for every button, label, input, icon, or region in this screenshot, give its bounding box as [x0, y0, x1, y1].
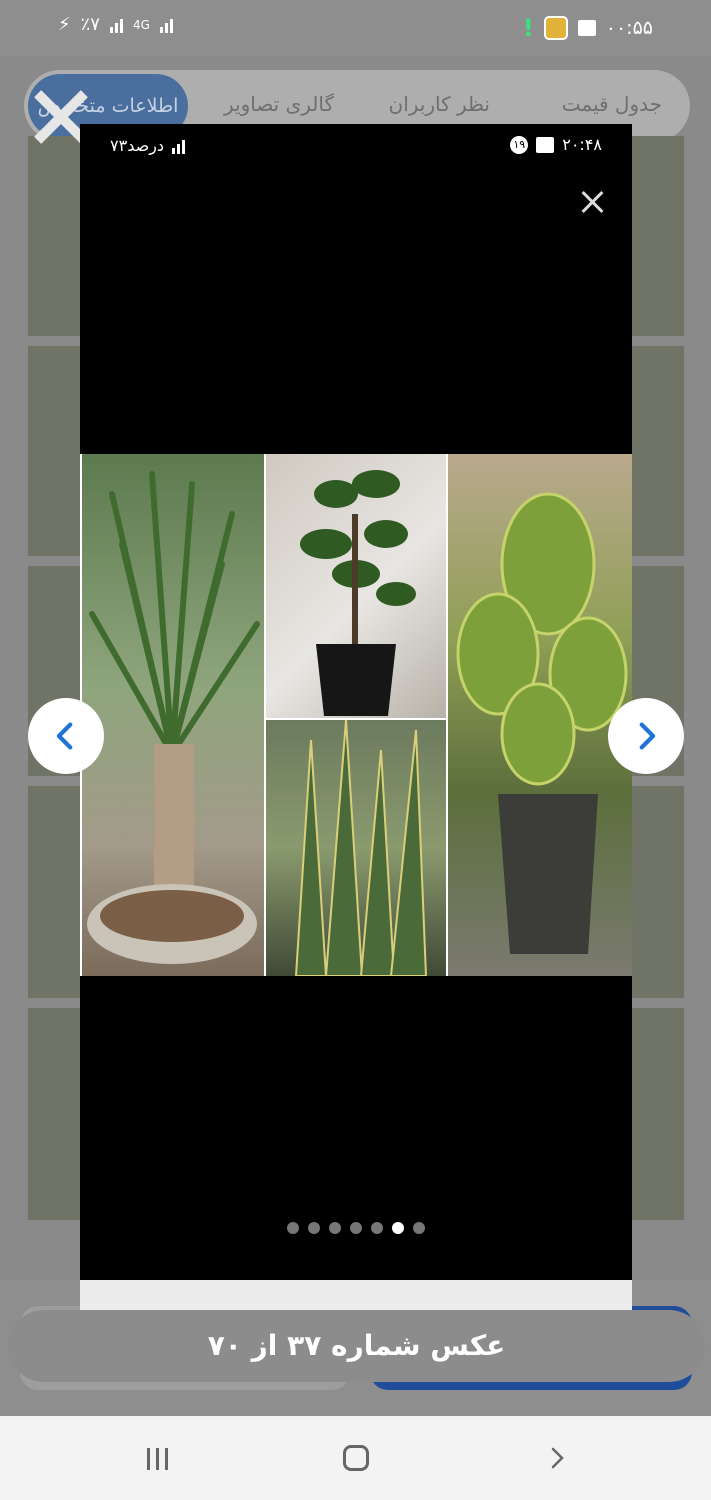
gallery-thumb [28, 136, 80, 336]
status-time: ۰۰:۵۵ [605, 17, 653, 39]
page-dot-active[interactable] [392, 1222, 404, 1234]
signal-icon-2 [159, 17, 173, 33]
photo-panel [266, 720, 446, 976]
gallery-thumb [28, 1008, 80, 1220]
page-dot[interactable] [329, 1222, 341, 1234]
page-dot[interactable] [413, 1222, 425, 1234]
gallery-thumb [632, 1008, 684, 1220]
inner-status-left: ۷۳درصد [110, 136, 186, 155]
inner-battery: ۷۳درصد [110, 136, 165, 155]
gallery-thumb [632, 786, 684, 998]
status-right: ! ۰۰:۵۵ [523, 14, 653, 42]
battery-percent: ٪۷ [80, 14, 100, 35]
page-dot[interactable] [308, 1222, 320, 1234]
page-indicator [80, 1222, 632, 1234]
plant-photo-collage [80, 454, 632, 976]
alert-icon: ! [522, 14, 534, 42]
system-nav-bar [0, 1416, 711, 1500]
tab-gallery[interactable]: گالری تصاویر [224, 92, 334, 116]
page-dot[interactable] [350, 1222, 362, 1234]
tab-price-table[interactable]: جدول قیمت [562, 92, 662, 116]
page-dot[interactable] [287, 1222, 299, 1234]
gallery-thumb [28, 346, 80, 556]
app-notification-icon [543, 16, 568, 40]
screenshot-nav-strip [80, 1280, 632, 1310]
previous-image-button[interactable] [28, 698, 104, 774]
gallery-icon [536, 136, 555, 153]
back-icon[interactable] [545, 1446, 569, 1470]
photo-panel [266, 454, 446, 718]
status-bar: ⚡ ٪۷ 4G ! ۰۰:۵۵ [0, 0, 711, 56]
image-viewer: ۷۳درصد ۱۹ ۲۰:۴۸ [80, 124, 632, 1280]
image-counter-toast: عکس شماره ۳۷ از ۷۰ [8, 1310, 705, 1382]
recent-apps-icon[interactable] [147, 1448, 173, 1470]
tab-user-reviews[interactable]: نظر کاربران [389, 92, 490, 116]
gallery-thumb [632, 346, 684, 556]
signal-icon [172, 138, 186, 154]
gallery-thumb [632, 136, 684, 336]
chevron-right-icon [639, 722, 656, 750]
close-icon[interactable] [580, 190, 604, 214]
network-type: 4G [132, 17, 150, 32]
gallery-icon [577, 20, 596, 36]
photo-panel [448, 454, 632, 976]
status-left: ⚡ ٪۷ 4G [58, 14, 173, 35]
next-image-button[interactable] [608, 698, 684, 774]
chevron-left-icon [56, 722, 73, 750]
page-dot[interactable] [371, 1222, 383, 1234]
inner-time: ۲۰:۴۸ [562, 135, 602, 154]
photo-panel [82, 454, 264, 976]
inner-status-right: ۱۹ ۲۰:۴۸ [510, 135, 602, 154]
gallery-thumb [28, 786, 80, 998]
battery-icon: ⚡ [58, 14, 71, 35]
notification-badge: ۱۹ [510, 135, 529, 154]
signal-icon [109, 17, 123, 33]
screenshot-status-bar: ۷۳درصد ۱۹ ۲۰:۴۸ [80, 124, 632, 166]
home-icon[interactable] [343, 1445, 369, 1471]
